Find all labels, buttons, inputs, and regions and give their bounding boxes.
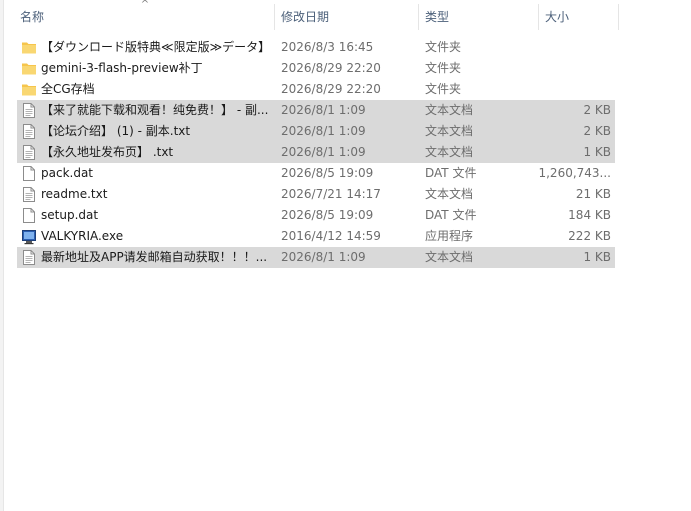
file-row[interactable]: 【永久地址发布页】 .txt 2026/8/1 1:09 文本文档 1 KB xyxy=(17,142,615,163)
file-modified-date: 2016/4/12 14:59 xyxy=(281,229,381,243)
column-divider[interactable] xyxy=(618,4,619,30)
file-size: 1,260,743... xyxy=(538,166,611,180)
file-size xyxy=(537,79,611,100)
file-row[interactable]: 【来了就能下载和观看！纯免费！】 - 副... 2026/8/1 1:09 文本文档… xyxy=(17,100,615,121)
file-name: pack.dat xyxy=(41,166,94,180)
text-file-icon xyxy=(21,144,37,161)
column-header-bar: 名称 修改日期 类型 大小 xyxy=(0,0,691,34)
file-row[interactable]: setup.dat 2026/8/5 19:09 DAT 文件 184 KB xyxy=(17,205,615,226)
file-modified-date: 2026/8/1 1:09 xyxy=(281,103,366,117)
file-type: 文件夹 xyxy=(425,61,462,75)
file-size xyxy=(537,37,611,58)
file-row[interactable]: 全CG存档 2026/8/29 22:20 文件夹 xyxy=(17,79,615,100)
file-size: 1 KB xyxy=(583,145,611,159)
file-type: DAT 文件 xyxy=(425,166,477,180)
file-modified-date: 2026/8/29 22:20 xyxy=(281,61,381,75)
file-name: 最新地址及APP请发邮箱自动获取！！！... xyxy=(41,250,268,264)
file-row[interactable]: 最新地址及APP请发邮箱自动获取！！！... 2026/8/1 1:09 文本文档 1… xyxy=(17,247,615,268)
file-modified-date: 2026/8/1 1:09 xyxy=(281,145,366,159)
file-row[interactable]: 【论坛介绍】 (1) - 副本.txt 2026/8/1 1:09 文本文档 2 KB xyxy=(17,121,615,142)
file-row[interactable]: pack.dat 2026/8/5 19:09 DAT 文件 1,260,743... xyxy=(17,163,615,184)
file-icon xyxy=(21,207,37,224)
file-type: 文本文档 xyxy=(425,250,474,264)
file-type: 文本文档 xyxy=(425,145,474,159)
file-name: 【来了就能下载和观看！纯免费！】 - 副... xyxy=(41,103,269,117)
file-size xyxy=(537,58,611,79)
file-row[interactable]: VALKYRIA.exe 2016/4/12 14:59 应用程序 222 KB xyxy=(17,226,615,247)
text-file-icon xyxy=(21,186,37,203)
file-icon xyxy=(21,165,37,182)
file-modified-date: 2026/8/1 1:09 xyxy=(281,250,366,264)
file-type: 文本文档 xyxy=(425,124,474,138)
file-name: 【ダウンロード版特典≪限定版≫データ】 xyxy=(41,40,271,54)
file-size: 2 KB xyxy=(583,124,611,138)
file-size: 1 KB xyxy=(583,250,611,264)
file-name: readme.txt xyxy=(41,187,108,201)
file-size: 2 KB xyxy=(583,103,611,117)
sort-ascending-icon: ^ xyxy=(140,0,150,10)
file-name: setup.dat xyxy=(41,208,99,222)
navigation-pane-edge xyxy=(0,0,4,511)
file-name: 【论坛介绍】 (1) - 副本.txt xyxy=(41,124,191,138)
file-type: 文本文档 xyxy=(425,187,474,201)
file-name: 全CG存档 xyxy=(41,82,95,96)
text-file-icon xyxy=(21,102,37,119)
file-row[interactable]: readme.txt 2026/7/21 14:17 文本文档 21 KB xyxy=(17,184,615,205)
file-type: 文本文档 xyxy=(425,103,474,117)
folder-icon xyxy=(21,60,37,77)
file-name: gemini-3-flash-preview补丁 xyxy=(41,61,203,75)
column-header-type[interactable]: 类型 xyxy=(419,0,537,34)
file-size: 184 KB xyxy=(568,208,611,222)
file-type: DAT 文件 xyxy=(425,208,477,222)
file-size: 222 KB xyxy=(568,229,611,243)
file-row[interactable]: 【ダウンロード版特典≪限定版≫データ】 2026/8/3 16:45 文件夹 xyxy=(17,37,615,58)
file-modified-date: 2026/7/21 14:17 xyxy=(281,187,381,201)
file-type: 文件夹 xyxy=(425,40,462,54)
file-modified-date: 2026/8/29 22:20 xyxy=(281,82,381,96)
file-modified-date: 2026/8/3 16:45 xyxy=(281,40,374,54)
folder-icon xyxy=(21,39,37,56)
file-modified-date: 2026/8/1 1:09 xyxy=(281,124,366,138)
file-modified-date: 2026/8/5 19:09 xyxy=(281,208,374,222)
application-icon xyxy=(21,228,37,245)
column-header-size[interactable]: 大小 xyxy=(539,0,619,34)
file-modified-date: 2026/8/5 19:09 xyxy=(281,166,374,180)
file-row[interactable]: gemini-3-flash-preview补丁 2026/8/29 22:20 文… xyxy=(17,58,615,79)
file-name: 【永久地址发布页】 .txt xyxy=(41,145,174,159)
file-size: 21 KB xyxy=(575,187,611,201)
folder-icon xyxy=(21,81,37,98)
file-type: 应用程序 xyxy=(425,229,474,243)
column-header-date[interactable]: 修改日期 xyxy=(275,0,418,34)
text-file-icon xyxy=(21,123,37,140)
text-file-icon xyxy=(21,249,37,266)
file-type: 文件夹 xyxy=(425,82,462,96)
file-name: VALKYRIA.exe xyxy=(41,229,124,243)
